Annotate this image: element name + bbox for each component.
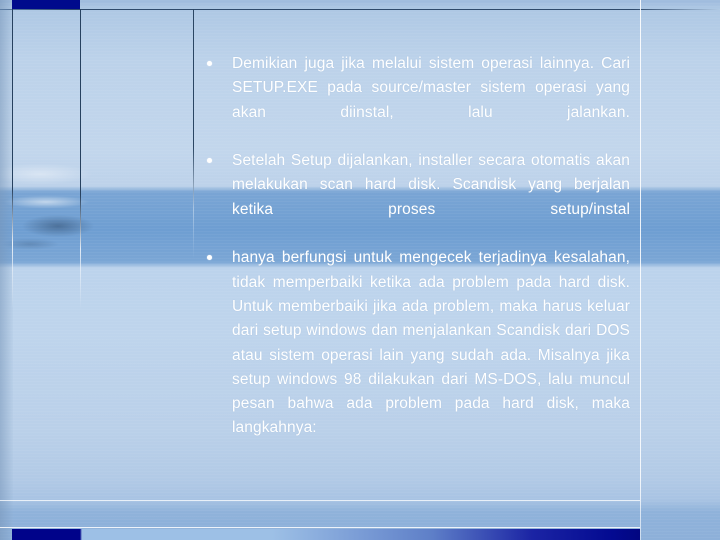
bullet-list: Demikian juga jika melalui sistem operas… [198,52,630,465]
presentation-slide: Demikian juga jika melalui sistem operas… [0,0,720,540]
bullet-dot-icon [207,61,212,66]
list-item: hanya berfungsi untuk mengecek terjadiny… [198,246,630,465]
accent-block-bottom-left [12,529,80,540]
accent-block-top-left [12,0,80,9]
list-item: Demikian juga jika melalui sistem operas… [198,52,630,149]
bullet-text: hanya berfungsi untuk mengecek terjadiny… [232,249,630,437]
vertical-rule-third [193,9,194,259]
vertical-rule-second [80,9,81,309]
bullet-text: Setelah Setup dijalankan, installer seca… [232,152,630,218]
bullet-dot-icon [207,255,212,261]
horizontal-rule-bottom [0,500,640,501]
bullet-dot-icon [207,158,212,164]
list-item: Setelah Setup dijalankan, installer seca… [198,149,630,246]
horizontal-rule-bottom-secondary [0,527,640,528]
vertical-rule-first [12,9,13,309]
accent-bar-bottom [12,529,640,540]
horizontal-rule-top [0,9,720,10]
slide-content-body: Demikian juga jika melalui sistem operas… [198,52,630,465]
bullet-text: Demikian juga jika melalui sistem operas… [232,55,630,121]
vertical-rule-right [640,0,641,540]
